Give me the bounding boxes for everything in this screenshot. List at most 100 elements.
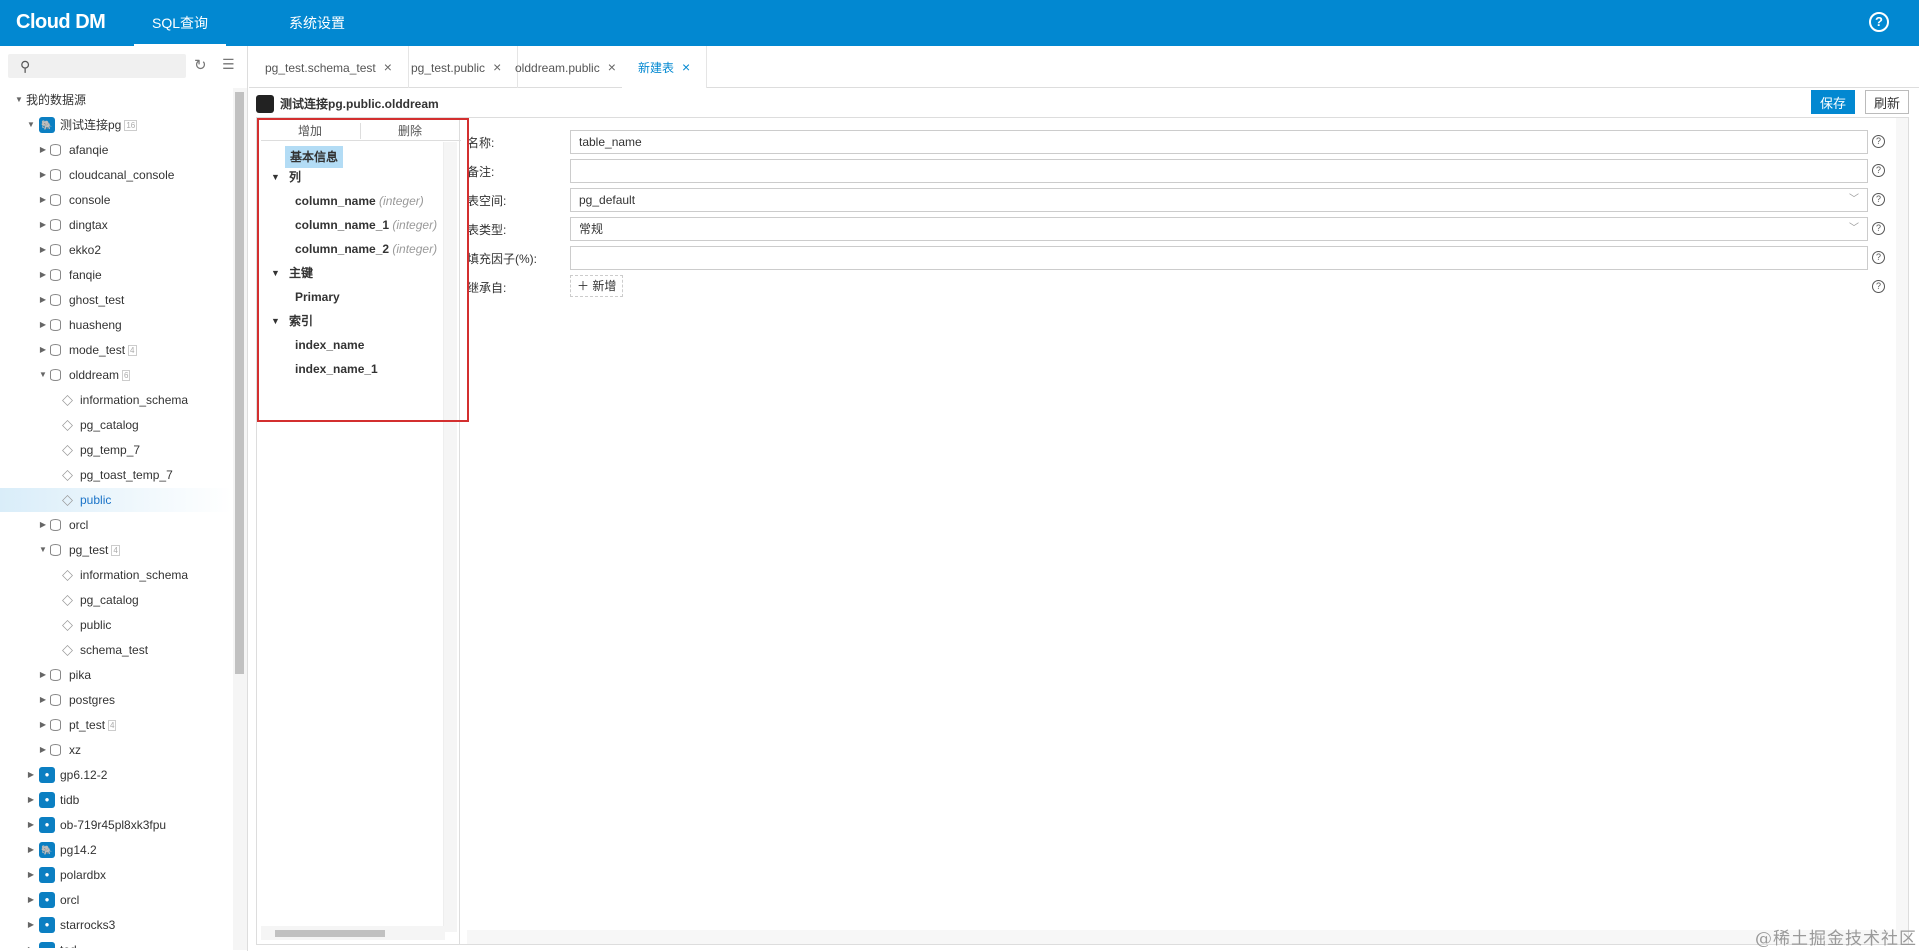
tree-item[interactable]: ▶ 🐘 pg14.2 [0,838,232,862]
expand-arrow-icon[interactable]: ▶ [38,688,48,712]
tree-item[interactable]: ▶ cloudcanal_console [0,163,232,187]
expand-arrow-icon[interactable]: ▶ [38,188,48,212]
column-item[interactable]: column_name_1 (integer) [295,214,437,236]
expand-arrow-icon[interactable]: ▶ [26,763,36,787]
expand-arrow-icon[interactable]: ▼ [271,172,280,182]
tree-item[interactable]: ▶ ● starrocks3 [0,913,232,937]
delete-button[interactable]: 删除 [361,121,459,141]
tree-item[interactable]: ▶ ghost_test [0,288,232,312]
tablespace-select[interactable]: pg_default ﹀ [570,188,1868,212]
collapse-arrow-icon[interactable]: ▼ [38,538,48,562]
expand-arrow-icon[interactable]: ▶ [26,938,36,948]
help-icon[interactable]: ? [1872,222,1885,235]
expand-arrow-icon[interactable]: ▶ [26,913,36,937]
tree-item[interactable]: ▶ fanqie [0,263,232,287]
primary-key-item[interactable]: Primary [295,286,340,308]
index-item[interactable]: index_name [295,334,364,356]
tree-item[interactable]: ▶ orcl [0,513,232,537]
structure-vscrollbar[interactable] [443,142,457,932]
tree-item[interactable]: public [0,488,232,512]
search-input[interactable] [38,56,178,76]
collapse-menu-icon[interactable]: ☰ [222,56,235,73]
tree-item[interactable]: ▶ ● gp6.12-2 [0,763,232,787]
tree-item[interactable]: ▶ ekko2 [0,238,232,262]
editor-tab[interactable]: olddream.public × [499,46,633,88]
collapse-arrow-icon[interactable]: ▼ [14,88,24,112]
tree-item[interactable]: ▶ ● orcl [0,888,232,912]
index-node[interactable]: 索引 [289,310,313,332]
expand-arrow-icon[interactable]: ▶ [38,513,48,537]
tree-item[interactable]: ▼ olddream 6 [0,363,232,387]
tree-item[interactable]: ▶ afanqie [0,138,232,162]
help-icon[interactable]: ? [1872,280,1885,293]
tree-item[interactable]: pg_catalog [0,413,232,437]
expand-arrow-icon[interactable]: ▶ [38,213,48,237]
tree-item[interactable]: public [0,613,232,637]
form-vscrollbar[interactable] [1896,118,1908,944]
help-icon[interactable]: ? [1872,193,1885,206]
fillfactor-input[interactable] [570,246,1868,270]
expand-arrow-icon[interactable]: ▼ [271,316,280,326]
collapse-arrow-icon[interactable]: ▼ [26,113,36,137]
basic-info-node[interactable]: 基本信息 [285,146,344,168]
expand-arrow-icon[interactable]: ▶ [38,713,48,737]
expand-arrow-icon[interactable]: ▶ [26,863,36,887]
column-item[interactable]: column_name (integer) [295,190,424,212]
expand-arrow-icon[interactable]: ▶ [38,738,48,762]
tree-item[interactable]: information_schema [0,388,232,412]
tree-item[interactable]: ▶ postgres [0,688,232,712]
close-icon[interactable]: × [384,59,392,75]
form-hscrollbar[interactable] [467,930,1897,944]
collapse-arrow-icon[interactable]: ▼ [38,363,48,387]
editor-tab[interactable]: 新建表 × [622,46,708,88]
tabletype-select[interactable]: 常规 ﹀ [570,217,1868,241]
tree-item[interactable]: ▶ pt_test 4 [0,713,232,737]
help-icon[interactable]: ? [1872,251,1885,264]
refresh-button[interactable]: 刷新 [1865,90,1909,114]
name-input[interactable]: table_name [570,130,1868,154]
nav-sql-query[interactable]: SQL查询 [134,0,227,46]
tree-item[interactable]: ▶ ● tidb [0,788,232,812]
expand-arrow-icon[interactable]: ▶ [26,888,36,912]
expand-arrow-icon[interactable]: ▶ [26,838,36,862]
app-logo[interactable]: Cloud DM [16,11,106,34]
expand-arrow-icon[interactable]: ▶ [38,138,48,162]
expand-arrow-icon[interactable]: ▶ [26,788,36,812]
close-icon[interactable]: × [682,59,690,75]
structure-hscrollbar[interactable] [261,926,445,940]
save-button[interactable]: 保存 [1811,90,1855,114]
close-icon[interactable]: × [608,59,616,75]
tree-item[interactable]: ▶ xz [0,738,232,762]
tree-item[interactable]: ▶ ● ob-719r45pl8xk3fpu [0,813,232,837]
primary-key-node[interactable]: 主键 [289,262,313,284]
expand-arrow-icon[interactable]: ▶ [38,313,48,337]
tree-item[interactable]: ▼ 🐘 测试连接pg 16 [0,113,232,137]
tree-item[interactable]: ▶ pika [0,663,232,687]
sidebar-scrollbar[interactable] [233,88,247,950]
nav-system-settings[interactable]: 系统设置 [271,0,363,46]
refresh-icon[interactable]: ↻ [194,56,207,74]
tree-item[interactable]: ▶ console [0,188,232,212]
tree-item[interactable]: ▶● tod [0,938,232,948]
add-button[interactable]: 增加 [261,121,359,141]
tree-item[interactable]: pg_temp_7 [0,438,232,462]
tree-item[interactable]: schema_test [0,638,232,662]
columns-node[interactable]: 列 [289,166,301,188]
expand-arrow-icon[interactable]: ▶ [38,163,48,187]
editor-tab[interactable]: pg_test.schema_test × [249,46,409,88]
expand-arrow-icon[interactable]: ▶ [38,288,48,312]
tree-item[interactable]: pg_catalog [0,588,232,612]
expand-arrow-icon[interactable]: ▶ [38,663,48,687]
index-item[interactable]: index_name_1 [295,358,378,380]
tree-item[interactable]: information_schema [0,563,232,587]
tree-item[interactable]: ▶ ● polardbx [0,863,232,887]
tree-item[interactable]: pg_toast_temp_7 [0,463,232,487]
expand-arrow-icon[interactable]: ▶ [38,263,48,287]
column-item[interactable]: column_name_2 (integer) [295,238,437,260]
add-inherit-button[interactable]: ＋ 新增 [570,275,624,297]
expand-arrow-icon[interactable]: ▶ [26,813,36,837]
expand-arrow-icon[interactable]: ▼ [271,268,280,278]
scrollbar-thumb[interactable] [275,930,385,937]
scrollbar-thumb[interactable] [235,92,244,674]
expand-arrow-icon[interactable]: ▶ [38,338,48,362]
